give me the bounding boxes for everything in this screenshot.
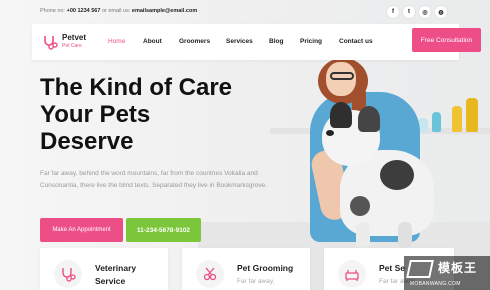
instagram-icon[interactable]: ◎: [418, 5, 432, 19]
hero-title: The Kind of Care Your Pets Deserve: [40, 74, 290, 155]
nav-item-contact[interactable]: Contact us: [339, 38, 373, 45]
dog-nose: [326, 130, 334, 136]
phone-number[interactable]: +00 1234 567: [67, 8, 101, 14]
stethoscope-logo-icon: [44, 36, 58, 50]
logo-title: Petvet: [62, 33, 87, 42]
service-card-veterinary[interactable]: Veterinary Service: [40, 248, 168, 290]
nav-item-home[interactable]: Home: [108, 38, 125, 45]
topbar: Phone no: +00 1234 567 or email us: emai…: [0, 0, 490, 24]
service-title-line: Veterinary: [95, 263, 137, 273]
vet-glasses: [330, 72, 354, 80]
service-title: Pet Se: [379, 263, 405, 273]
email-link[interactable]: emailsample@email.com: [132, 8, 197, 14]
hero-title-line: The Kind of Care: [40, 74, 233, 101]
service-title: Pet Grooming: [237, 263, 294, 273]
pet-sitting-svg: [345, 270, 359, 281]
dog-leg: [356, 222, 370, 248]
logo-subtitle: Pet Care: [62, 43, 82, 49]
bottle: [466, 98, 478, 132]
dog-spot: [380, 160, 414, 190]
watermark-en: MOBANWANG.COM: [410, 281, 461, 287]
dog-ear: [330, 102, 352, 128]
dog-leg: [398, 222, 412, 248]
facebook-glyph: f: [392, 9, 394, 15]
phone-prefix: Phone no:: [40, 8, 66, 14]
service-card-grooming[interactable]: Pet Grooming Far far away,: [182, 248, 310, 290]
dog-spot: [350, 196, 370, 216]
phone-button[interactable]: 11-234-5678-9102: [126, 218, 201, 242]
facebook-icon[interactable]: f: [386, 5, 400, 19]
service-title-line: Service: [95, 276, 126, 286]
stethoscope-svg: [62, 268, 76, 282]
nav-item-about[interactable]: About: [143, 38, 162, 45]
dribbble-glyph: ◍: [438, 9, 444, 16]
dog-ear: [358, 106, 380, 132]
watermark-logo: [406, 260, 434, 278]
instagram-glyph: ◎: [422, 9, 428, 16]
twitter-icon[interactable]: t: [402, 5, 416, 19]
navbar: Petvet Pet Care Home About Groomers Serv…: [32, 24, 481, 60]
logo[interactable]: Petvet Pet Care: [42, 30, 92, 54]
contact-info: Phone no: +00 1234 567 or email us: emai…: [40, 8, 197, 14]
nav-item-groomers[interactable]: Groomers: [179, 38, 210, 45]
hero-description: Far far away, behind the word mountains,…: [40, 170, 267, 189]
free-consultation-button[interactable]: Free Consultation: [412, 28, 481, 52]
grooming-svg: [203, 267, 217, 281]
watermark-cn: 模板王: [438, 261, 478, 275]
make-appointment-button[interactable]: Make An Appointment: [40, 218, 123, 242]
watermark: 模板王 MOBANWANG.COM: [404, 256, 490, 290]
service-text: Far far away,: [237, 278, 275, 285]
stethoscope-icon: [54, 260, 82, 288]
nav-item-blog[interactable]: Blog: [269, 38, 283, 45]
dribbble-icon[interactable]: ◍: [434, 5, 448, 19]
hero-title-line: Your Pets: [40, 101, 151, 128]
nav-item-services[interactable]: Services: [226, 38, 253, 45]
bottle: [432, 112, 441, 132]
pet-sitting-icon: [338, 260, 366, 288]
bottle: [452, 106, 462, 132]
service-title: Veterinary Service: [95, 262, 136, 288]
email-prefix: or email us:: [101, 8, 131, 14]
twitter-glyph: t: [408, 9, 410, 15]
nav-item-pricing[interactable]: Pricing: [300, 38, 322, 45]
hero-title-line: Deserve: [40, 128, 134, 155]
grooming-icon: [196, 260, 224, 288]
